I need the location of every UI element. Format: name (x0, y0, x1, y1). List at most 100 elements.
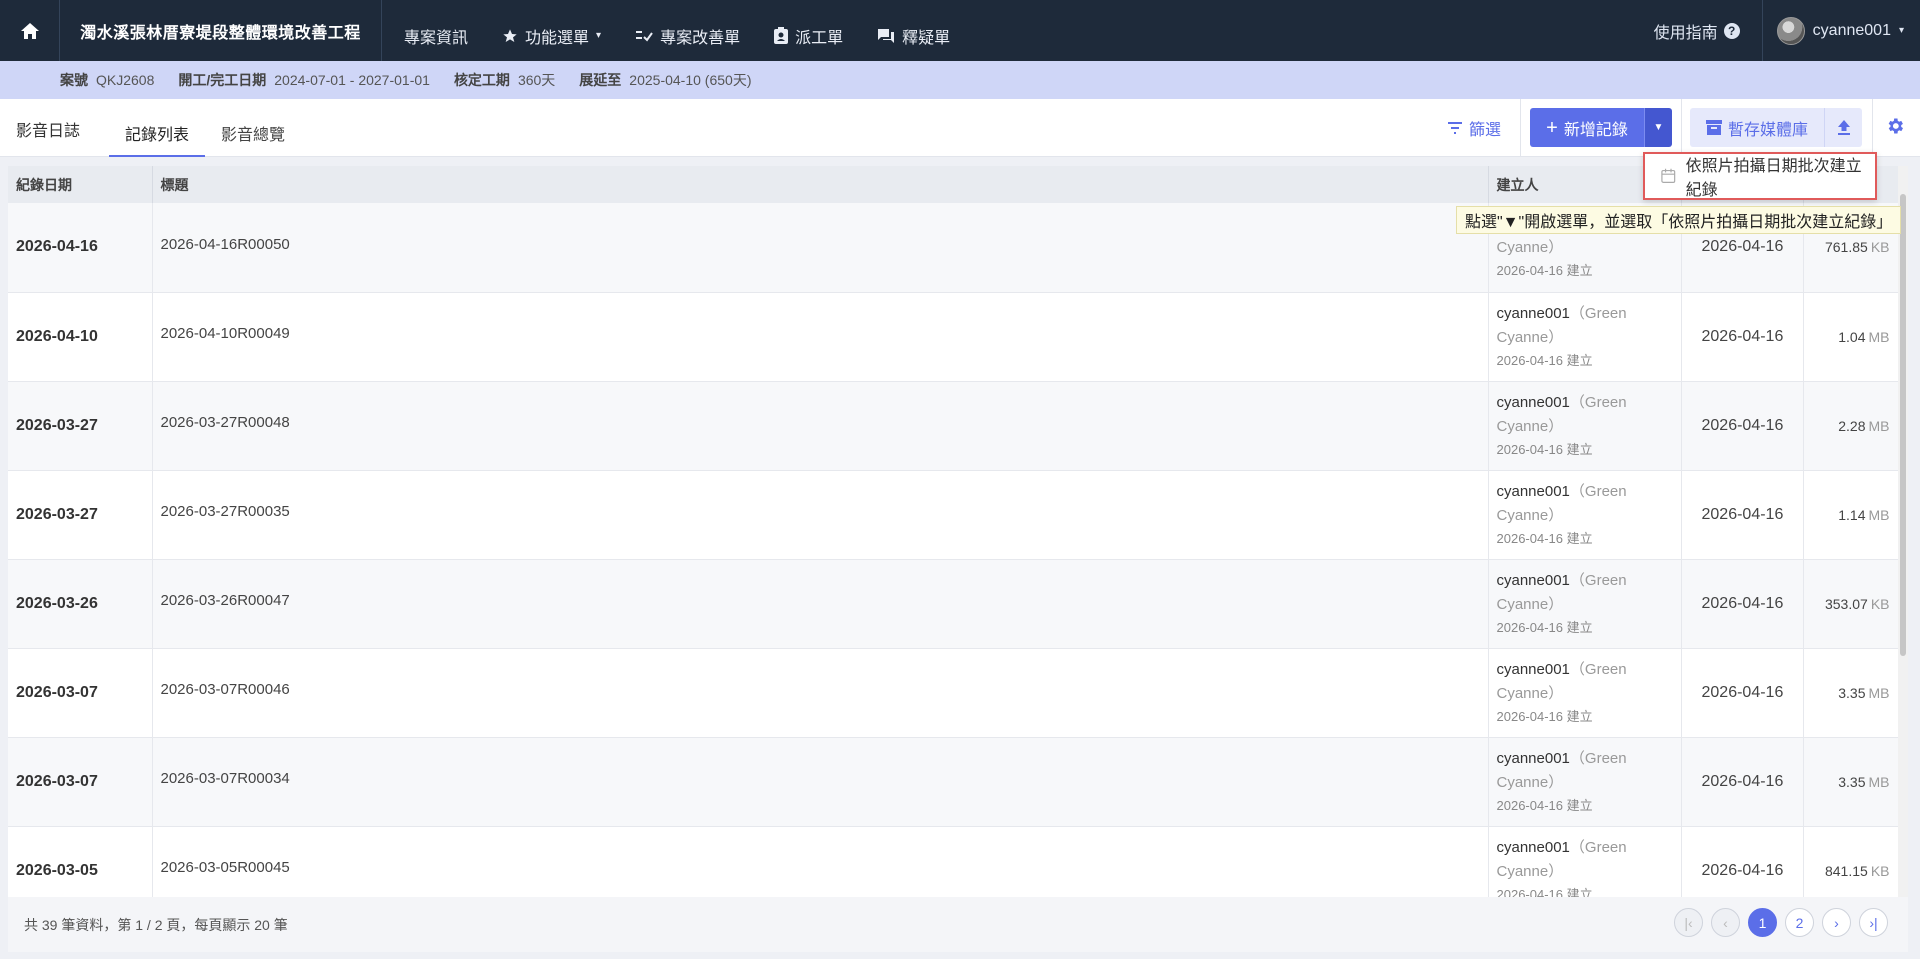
created-time: 2026-04-16 建立 (1496, 886, 1593, 898)
top-navbar: 濁水溪張林厝寮堤段整體環境改善工程 專案資訊 功能選單 ▾ 專案改善單 派工單 … (0, 0, 1920, 61)
batch-create-menu-item[interactable]: 依照片拍攝日期批次建立紀錄 (1686, 152, 1875, 200)
record-size-cell: 841.15 KB (1803, 826, 1898, 897)
size-value: 3.35 (1838, 684, 1866, 701)
size-unit: MB (1868, 773, 1890, 790)
extend-value: 2025-04-10 (650天) (629, 72, 752, 88)
table-row[interactable]: 2026-03-07 2026-03-07R00046 cyanne001（Gree… (8, 648, 1898, 737)
nav-label: 派工單 (795, 29, 844, 47)
creator-username: cyanne001 (1496, 393, 1570, 411)
add-record-button[interactable]: + 新增記錄 (1530, 108, 1644, 147)
first-page-button[interactable]: |‹ (1674, 908, 1703, 937)
table-row[interactable]: 2026-03-07 2026-03-07R00034 cyanne001（Gree… (8, 737, 1898, 826)
avatar (1776, 16, 1805, 45)
table-row[interactable]: 2026-03-05 2026-03-05R00045 cyanne001（Gree… (8, 826, 1898, 897)
record-updated-date: 2026-04-16 (1681, 559, 1804, 648)
size-unit: MB (1868, 684, 1890, 701)
size-value: 2.28 (1838, 417, 1866, 434)
table-row[interactable]: 2026-04-10 2026-04-10R00049 cyanne001（Gree… (8, 292, 1898, 381)
settings-button[interactable] (1885, 116, 1905, 141)
nav-improvement-form[interactable]: 專案改善單 (635, 0, 740, 61)
record-title[interactable]: 2026-03-07R00046 (152, 648, 1489, 737)
size-unit: KB (1870, 862, 1890, 879)
scrollbar-thumb[interactable] (1900, 194, 1906, 656)
tab-bar: 記錄列表 影音總覽 (109, 99, 301, 157)
divider (1872, 99, 1873, 157)
created-time: 2026-04-16 建立 (1496, 441, 1593, 457)
page-title: 影音日誌 (16, 123, 81, 140)
column-header-title[interactable]: 標題 (152, 166, 1489, 203)
creator-username: cyanne001 (1496, 571, 1570, 589)
record-size-cell: 1.04 MB (1803, 292, 1898, 381)
record-title[interactable]: 2026-03-26R00047 (152, 559, 1489, 648)
add-record-label: 新增記錄 (1563, 121, 1628, 139)
size-unit: MB (1868, 417, 1890, 434)
column-header-date[interactable]: 紀錄日期 (8, 166, 153, 203)
record-title[interactable]: 2026-03-27R00035 (152, 470, 1489, 559)
last-page-button[interactable]: ›| (1859, 908, 1888, 937)
user-guide-link[interactable]: 使用指南 ? (1654, 19, 1740, 43)
tab-record-list[interactable]: 記錄列表 (109, 99, 206, 157)
record-title[interactable]: 2026-03-27R00048 (152, 381, 1489, 470)
archive-icon (1705, 120, 1722, 135)
page-button[interactable]: 2 (1785, 908, 1814, 937)
page-button[interactable]: 1 (1748, 908, 1777, 937)
table-scrollbar[interactable] (1898, 166, 1908, 897)
upload-icon (1837, 120, 1850, 135)
created-time: 2026-04-16 建立 (1496, 352, 1593, 368)
record-updated-date: 2026-04-16 (1681, 292, 1804, 381)
record-size-cell: 3.35 MB (1803, 648, 1898, 737)
record-date: 2026-03-27 (8, 470, 153, 559)
checklist-icon (636, 30, 653, 42)
project-title[interactable]: 濁水溪張林厝寮堤段整體環境改善工程 (60, 0, 382, 61)
record-date: 2026-03-07 (8, 737, 153, 826)
size-unit: KB (1870, 595, 1890, 612)
size-value: 353.07 (1824, 595, 1868, 612)
upload-button[interactable] (1824, 108, 1862, 147)
created-time: 2026-04-16 建立 (1496, 619, 1593, 635)
plus-icon: + (1546, 116, 1558, 139)
nav-label: 專案改善單 (660, 29, 741, 47)
media-library-button-group: 暫存媒體庫 (1690, 108, 1862, 147)
prev-page-button[interactable]: ‹ (1711, 908, 1740, 937)
next-page-button[interactable]: › (1822, 908, 1851, 937)
nav-query-form[interactable]: 釋疑單 (877, 0, 950, 61)
table-row[interactable]: 2026-03-26 2026-03-26R00047 cyanne001（Gree… (8, 559, 1898, 648)
filter-icon (1448, 122, 1462, 134)
project-info-bar: 案號 QKJ2608 開工/完工日期 2024-07-01 - 2027-01-… (0, 61, 1920, 99)
filter-label: 篩選 (1469, 122, 1502, 139)
pagination: |‹ ‹ 1 2 › ›| (1674, 908, 1888, 937)
media-library-button[interactable]: 暫存媒體庫 (1690, 108, 1824, 147)
record-date: 2026-04-10 (8, 292, 153, 381)
record-title[interactable]: 2026-04-16R00050 (152, 203, 1489, 292)
record-creator-cell: cyanne001（Green Cyanne）2026-04-16 建立 (1488, 826, 1682, 898)
record-size-cell: 1.14 MB (1803, 470, 1898, 559)
record-size-cell: 2.28 MB (1803, 381, 1898, 470)
nav-label: 專案資訊 (404, 29, 469, 47)
media-library-label: 暫存媒體庫 (1727, 121, 1808, 139)
filter-button[interactable]: 篩選 (1447, 116, 1501, 140)
table-footer: 共 39 筆資料，第 1 / 2 頁，每頁顯示 20 筆 |‹ ‹ 1 2 › … (8, 897, 1908, 952)
size-unit: MB (1868, 506, 1890, 523)
add-record-dropdown-toggle[interactable]: ▼ (1644, 108, 1672, 147)
record-size-cell: 3.35 MB (1803, 737, 1898, 826)
table-row[interactable]: 2026-03-27 2026-03-27R00035 cyanne001（Gree… (8, 470, 1898, 559)
record-date: 2026-03-27 (8, 381, 153, 470)
user-menu[interactable]: cyanne001 ▾ (1761, 0, 1904, 61)
gear-icon (1888, 118, 1903, 134)
size-value: 841.15 (1824, 862, 1868, 879)
size-value: 1.14 (1838, 506, 1866, 523)
home-button[interactable] (0, 0, 60, 61)
chevron-down-icon: ▾ (596, 30, 602, 41)
nav-project-info[interactable]: 專案資訊 (404, 0, 468, 61)
records-table-container: 紀錄日期 標題 建立人 2026-04-16 2026-04-16R00050 cy… (8, 166, 1898, 897)
record-title[interactable]: 2026-04-10R00049 (152, 292, 1489, 381)
record-updated-date: 2026-04-16 (1681, 826, 1804, 897)
creator-username: cyanne001 (1496, 660, 1570, 678)
first-page-icon: |‹ (1684, 914, 1693, 931)
tab-media-overview[interactable]: 影音總覽 (205, 99, 301, 157)
nav-function-menu[interactable]: 功能選單 ▾ (502, 0, 601, 61)
table-row[interactable]: 2026-03-27 2026-03-27R00048 cyanne001（Gree… (8, 381, 1898, 470)
record-title[interactable]: 2026-03-07R00034 (152, 737, 1489, 826)
record-title[interactable]: 2026-03-05R00045 (152, 826, 1489, 897)
nav-dispatch-form[interactable]: 派工單 (774, 0, 843, 61)
